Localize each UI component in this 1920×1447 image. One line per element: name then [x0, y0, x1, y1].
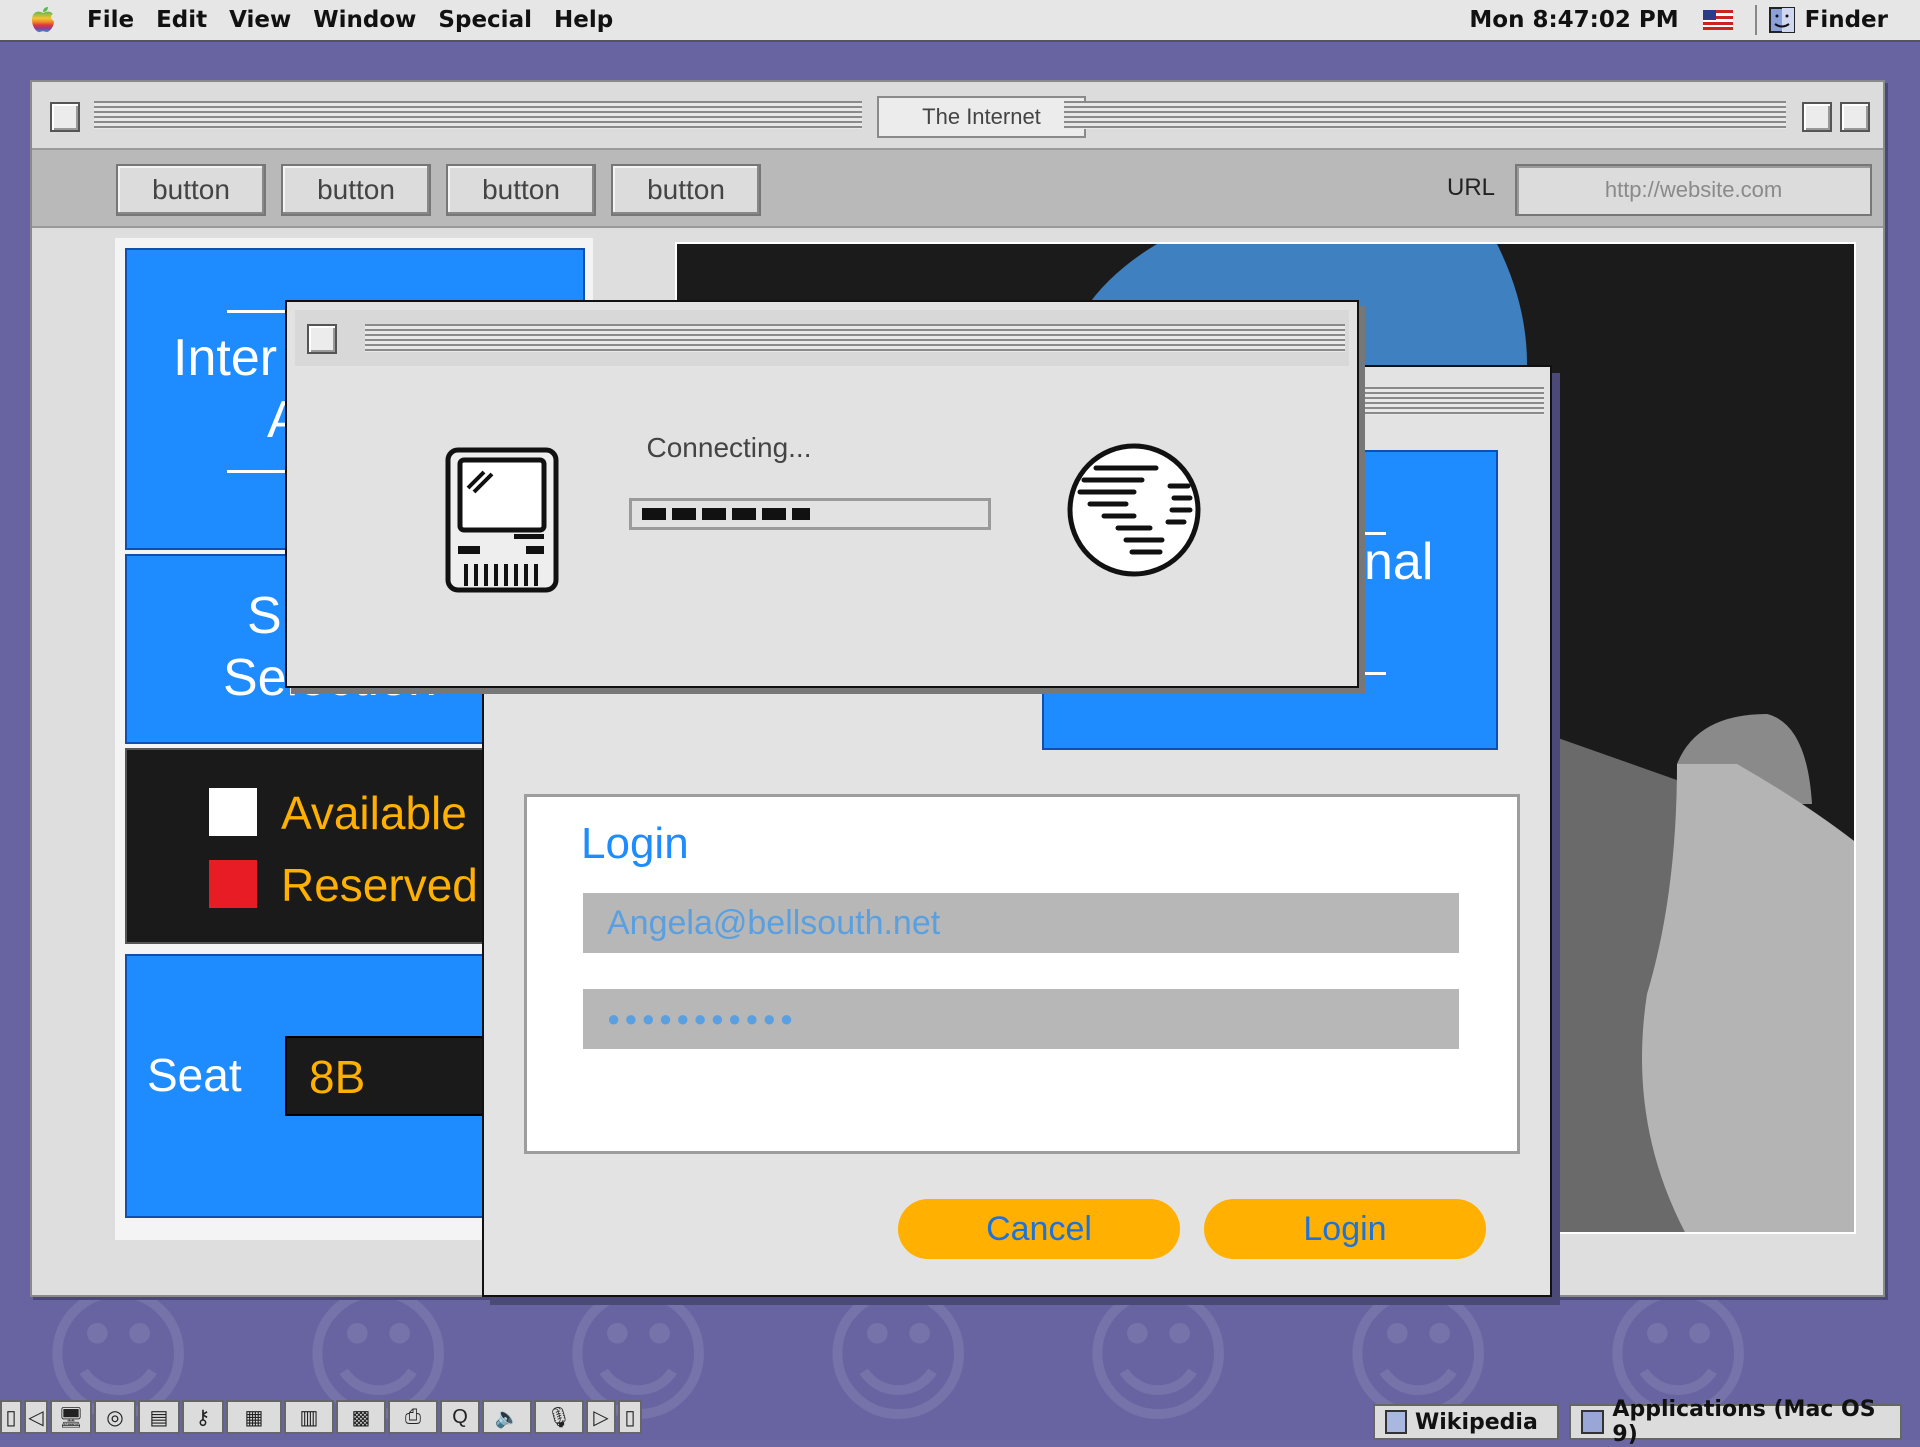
collapse-box[interactable] [1840, 102, 1870, 132]
toolbar-button-2[interactable]: button [281, 164, 431, 216]
url-input[interactable]: http://website.com [1515, 164, 1872, 216]
close-box[interactable] [307, 324, 337, 354]
email-field[interactable]: Angela@bellsouth.net [583, 893, 1459, 953]
menu-clock[interactable]: Mon 8:47:02 PM [1469, 7, 1678, 33]
keychain-icon[interactable]: ⚷ [182, 1400, 224, 1434]
strip-tab-icon[interactable]: ▯ [618, 1400, 642, 1434]
speech-icon[interactable]: 🎙 [534, 1400, 584, 1434]
url-label: URL [1447, 174, 1496, 201]
active-app-name[interactable]: Finder [1805, 7, 1888, 33]
monitor-colors-icon[interactable]: ▥ [284, 1400, 334, 1434]
menu-bar: File Edit View Window Special Help Mon 8… [0, 0, 1920, 42]
strip-scroll-right-icon[interactable]: ▷ [586, 1400, 616, 1434]
toolbar-button-4[interactable]: button [611, 164, 761, 216]
menu-separator [1754, 5, 1757, 35]
us-flag-icon[interactable] [1702, 10, 1733, 30]
card-rule [227, 470, 287, 473]
card-title-line1: S [247, 587, 282, 645]
strip-scroll-left-icon[interactable]: ◁ [24, 1400, 48, 1434]
menu-window[interactable]: Window [302, 7, 427, 33]
cd-icon[interactable]: ◎ [94, 1400, 136, 1434]
progress-fill [642, 508, 810, 520]
apple-logo-icon[interactable] [30, 6, 56, 34]
window-title: The Internet [877, 96, 1086, 138]
dialog-titlebar[interactable] [295, 310, 1349, 366]
card-title-fragment: nal [1364, 533, 1434, 591]
connecting-dialog: Connecting... [285, 300, 1359, 688]
finder-icon[interactable] [1768, 7, 1795, 33]
menu-help[interactable]: Help [543, 7, 624, 33]
browser-toolbar: button button button button URL http://w… [32, 150, 1883, 228]
computer-icon[interactable]: 🖥 [50, 1400, 92, 1434]
legend-available: Available [281, 787, 467, 839]
login-button[interactable]: Login [1204, 1199, 1486, 1259]
location-manager-icon[interactable]: ▦ [226, 1400, 282, 1434]
seat-label: Seat [147, 1049, 242, 1101]
card-rule [227, 310, 287, 313]
login-title: Login [581, 819, 689, 868]
title-stripes [1364, 387, 1544, 415]
cancel-button[interactable]: Cancel [898, 1199, 1180, 1259]
password-field[interactable]: ●●●●●●●●●●● [583, 989, 1459, 1049]
connecting-status: Connecting... [646, 432, 812, 463]
zoom-box[interactable] [1802, 102, 1832, 132]
available-swatch [209, 788, 257, 836]
close-box[interactable] [50, 102, 80, 132]
seat-value: 8B [309, 1051, 366, 1103]
sound-volume-icon[interactable]: 🔈 [482, 1400, 532, 1434]
title-stripes [1064, 101, 1786, 129]
monitor-resolution-icon[interactable]: ▩ [336, 1400, 386, 1434]
legend-reserved: Reserved [281, 859, 478, 911]
menu-special[interactable]: Special [427, 7, 543, 33]
taskbar-app-applications[interactable]: Applications (Mac OS 9) [1569, 1397, 1902, 1447]
progress-bar [629, 498, 991, 530]
document-icon [1385, 1410, 1407, 1434]
menu-view[interactable]: View [218, 7, 302, 33]
login-form: Login Angela@bellsouth.net ●●●●●●●●●●● [524, 794, 1520, 1154]
folder-icon [1581, 1410, 1605, 1434]
classic-mac-icon [444, 446, 560, 594]
quicktime-icon[interactable]: Q [440, 1400, 480, 1434]
title-stripes [365, 324, 1345, 352]
window-titlebar[interactable]: The Internet [32, 82, 1883, 150]
taskbar-app-label: Wikipedia [1415, 1409, 1538, 1435]
title-stripes [94, 101, 862, 129]
reserved-swatch [209, 860, 257, 908]
file-sharing-icon[interactable]: ▤ [138, 1400, 180, 1434]
globe-icon [1064, 440, 1204, 580]
card-rule [1360, 672, 1386, 675]
card-title-line1: Inter [173, 329, 278, 387]
printer-icon[interactable]: ⎙ [388, 1400, 438, 1434]
menu-edit[interactable]: Edit [145, 7, 218, 33]
toolbar-button-1[interactable]: button [116, 164, 266, 216]
taskbar-app-wikipedia[interactable]: Wikipedia [1373, 1404, 1559, 1440]
strip-collapse-icon[interactable]: ▯ [0, 1400, 22, 1434]
menu-file[interactable]: File [76, 7, 145, 33]
toolbar-button-3[interactable]: button [446, 164, 596, 216]
